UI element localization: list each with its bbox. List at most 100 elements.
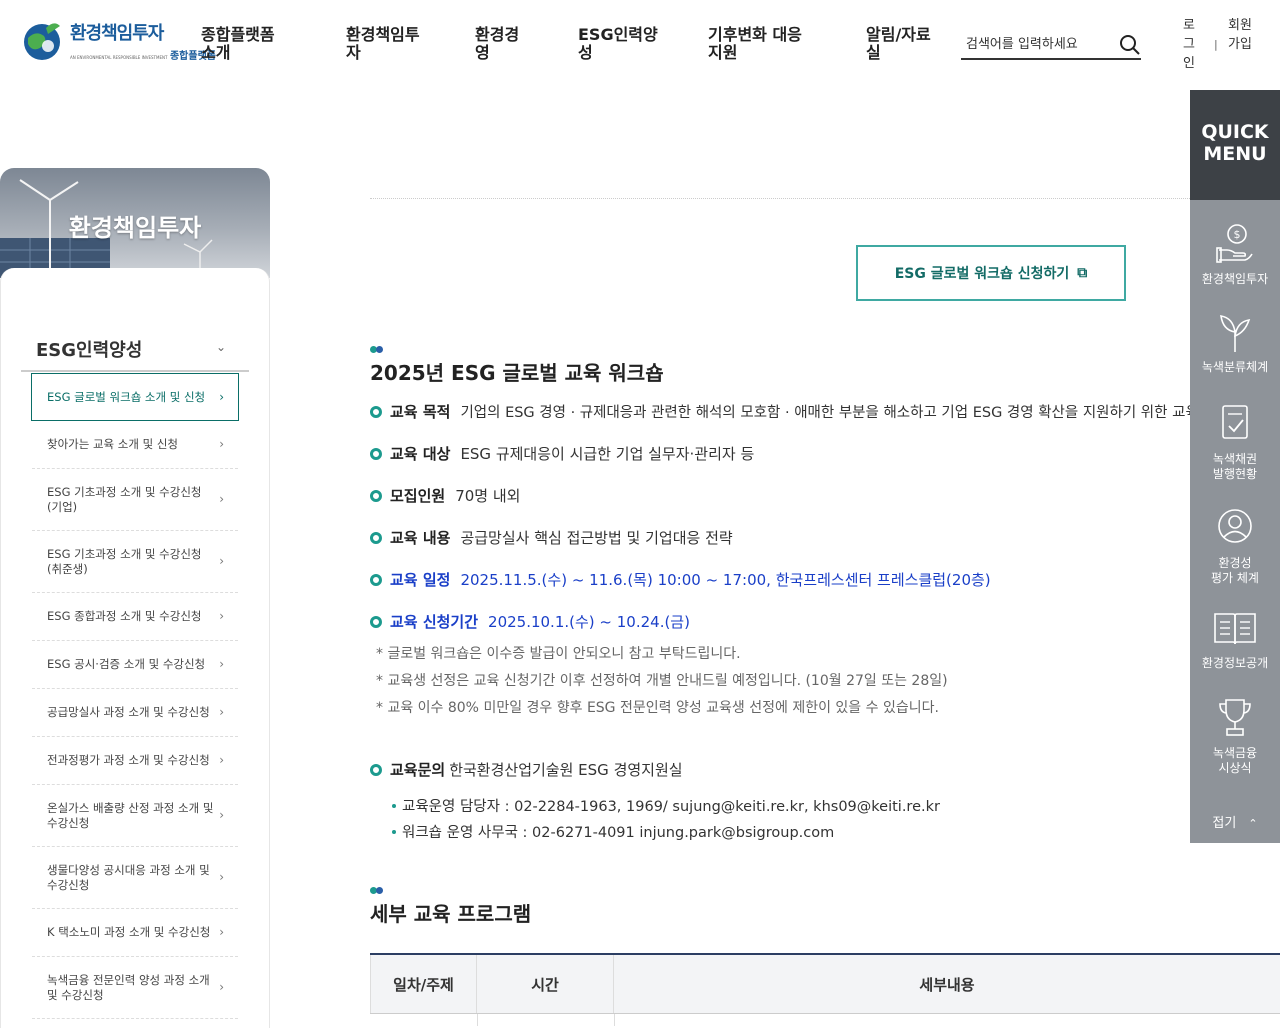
nav-environmental-management[interactable]: 환경경 영 xyxy=(475,26,519,62)
sidebar-item-label: ESG 공시·검증 소개 및 수강신청 xyxy=(47,657,206,671)
table-row-divider xyxy=(370,1013,1280,1014)
quick-menu-item-taxonomy[interactable]: 녹색분류체계 xyxy=(1190,310,1280,375)
info-value: 한국환경산업기술원 ESG 경영지원실 xyxy=(449,761,683,779)
quick-menu-item-disclosure[interactable]: 환경정보공개 xyxy=(1190,606,1280,671)
info-label: 교육 대상 xyxy=(390,445,451,463)
sidebar-item-basic-jobseeker[interactable]: ESG 기초과정 소개 및 수강신청 (취준생) › xyxy=(32,531,238,593)
sprout-icon xyxy=(1220,315,1251,352)
chevron-right-icon: › xyxy=(219,980,224,994)
nav-esg-training[interactable]: ESG인력양 성 xyxy=(578,26,658,62)
sidebar-item-label: 온실가스 배출량 산정 과정 소개 및 xyxy=(47,800,214,815)
sidebar-item-comprehensive[interactable]: ESG 종합과정 소개 및 수강신청 › xyxy=(32,593,238,641)
quick-menu-item-award[interactable]: 녹색금융 시상식 xyxy=(1190,696,1280,776)
login-link[interactable]: 로 그 인 xyxy=(1182,16,1196,73)
nav-line: 소개 xyxy=(201,43,231,62)
nav-line: 영 xyxy=(475,43,490,62)
nav-line: 성 xyxy=(578,43,593,62)
sidebar-item-ghg[interactable]: 온실가스 배출량 산정 과정 소개 및 수강신청 › xyxy=(32,785,238,847)
sidebar-item-lca[interactable]: 전과정평가 과정 소개 및 수강신청 › xyxy=(32,737,238,785)
workshop-apply-button[interactable]: ESG 글로벌 워크숍 신청하기 ⧉ xyxy=(856,245,1126,301)
nav-line: 지원 xyxy=(708,43,738,62)
table-header-time: 시간 xyxy=(477,955,614,1013)
nav-line: 자 xyxy=(346,43,361,62)
site-logo[interactable]: 환경책임투자 AN ENVIRONMENTAL RESPONSIBLE INVE… xyxy=(18,12,216,68)
chevron-down-icon[interactable]: ⌄ xyxy=(216,340,226,354)
contact-line: 교육운영 담당자 : 02-2284-1963, 1969/ sujung@ke… xyxy=(392,795,940,816)
info-value: ESG 규제대응이 시급한 기업 실무자·관리자 등 xyxy=(460,445,755,463)
sidebar-item-disclosure-verification[interactable]: ESG 공시·검증 소개 및 수강신청 › xyxy=(32,641,238,689)
trophy-icon xyxy=(1219,699,1251,736)
nav-notice-resources[interactable]: 알림/자료 실 xyxy=(866,26,931,62)
info-value: 70명 내외 xyxy=(455,487,521,505)
ring-bullet-icon xyxy=(370,447,382,460)
chevron-right-icon: › xyxy=(219,554,224,568)
info-application-period: 교육 신청기간 2025.10.1.(수) ~ 10.24.(금) xyxy=(370,611,690,632)
nav-line: 기후변화 대응 xyxy=(708,25,802,44)
note-line: * 글로벌 워크숍은 이수증 발급이 안되오니 참고 부탁드립니다. xyxy=(376,646,741,662)
sidebar-item-green-finance[interactable]: 녹색금융 전문인력 양성 과정 소개 및 수강신청 › xyxy=(32,957,238,1019)
sidebar-item-supply-chain[interactable]: 공급망실사 과정 소개 및 수강신청 › xyxy=(32,689,238,737)
logo-title: 환경책임투자 xyxy=(70,22,164,44)
content-divider xyxy=(370,198,1280,199)
search-input[interactable] xyxy=(961,30,1111,58)
fold-label: 접기 xyxy=(1212,816,1237,831)
nav-responsible-investment[interactable]: 환경책임투 자 xyxy=(346,26,420,62)
util-separator: | xyxy=(1214,38,1218,51)
quick-menu-label: 녹색분류체계 xyxy=(1201,360,1269,374)
search-box xyxy=(961,30,1141,60)
info-schedule: 교육 일정 2025.11.5.(수) ~ 11.6.(목) 10:00 ~ 1… xyxy=(370,569,991,590)
table-header-day-topic: 일차/주제 xyxy=(370,955,477,1013)
hand-coin-icon: $ xyxy=(1216,224,1253,263)
sidebar-item-visiting-education[interactable]: 찾아가는 교육 소개 및 신청 › xyxy=(32,421,238,469)
sidebar-item-label: 수강신청 xyxy=(47,877,90,892)
ring-bullet-icon xyxy=(370,489,382,502)
nav-line: 실 xyxy=(866,43,881,62)
quick-menu-label: 녹색채권 xyxy=(1212,452,1258,466)
sidebar-item-label: ESG 글로벌 워크숍 소개 및 신청 xyxy=(47,389,206,404)
section-bullet-icon xyxy=(370,346,384,353)
ring-bullet-icon xyxy=(370,405,382,418)
sidebar-item-k-taxonomy[interactable]: K 택소노미 과정 소개 및 수강신청 › xyxy=(32,909,238,957)
table-cell-divider xyxy=(614,1014,615,1026)
sidebar-banner: 환경책임투자 xyxy=(0,168,270,278)
quick-menu-item-green-bond[interactable]: 녹색채권 발행현황 xyxy=(1190,402,1280,482)
nav-line: 환경경 xyxy=(475,25,520,44)
ring-bullet-icon xyxy=(370,573,382,586)
quick-menu-fold-button[interactable]: 접기 ⌃ xyxy=(1190,812,1280,831)
quick-menu-label: 평가 체계 xyxy=(1211,571,1259,585)
chevron-up-icon: ⌃ xyxy=(1248,817,1258,830)
sidebar-heading[interactable]: ESG인력양성 xyxy=(36,336,142,362)
quick-menu-item-evaluation[interactable]: 환경성 평가 체계 xyxy=(1190,506,1280,586)
join-link[interactable]: 회원 가입 xyxy=(1226,16,1254,54)
nav-climate-support[interactable]: 기후변화 대응 지원 xyxy=(708,26,802,62)
quick-menu-item-investment[interactable]: $ 환경책임투자 xyxy=(1190,222,1280,287)
sidebar-item-label: 생물다양성 공시대응 과정 소개 및 xyxy=(47,862,210,877)
info-target: 교육 대상 ESG 규제대응이 시급한 기업 실무자·관리자 등 xyxy=(370,443,754,464)
sidebar-item-biodiversity[interactable]: 생물다양성 공시대응 과정 소개 및 수강신청 › xyxy=(32,847,238,909)
login-char: 그 xyxy=(1183,37,1195,52)
external-link-icon: ⧉ xyxy=(1077,265,1088,281)
quick-menu-label: 발행현황 xyxy=(1212,467,1258,481)
nav-platform-intro[interactable]: 종합플랫폼 소개 xyxy=(201,26,275,62)
user-circle-icon xyxy=(1218,509,1252,543)
sidebar-item-label: 전과정평가 과정 소개 및 수강신청 xyxy=(47,753,210,767)
sidebar-item-label: ESG 기초과정 소개 및 수강신청 xyxy=(47,546,202,561)
login-char: 로 xyxy=(1183,18,1195,33)
info-label: 교육 목적 xyxy=(390,403,451,421)
sidebar-item-label: (취준생) xyxy=(47,561,88,576)
info-recruitment: 모집인원 70명 내외 xyxy=(370,485,520,506)
join-line: 회원 xyxy=(1228,18,1252,33)
search-icon[interactable] xyxy=(1119,34,1141,56)
sidebar-item-label: 및 수강신청 xyxy=(47,987,104,1002)
program-table: 일차/주제 시간 세부내용 xyxy=(370,953,1280,1026)
open-book-icon xyxy=(1214,613,1256,645)
sidebar-item-label: 찾아가는 교육 소개 및 신청 xyxy=(47,437,179,451)
logo-subtitle: AN ENVIRONMENTAL RESPONSIBLE INVESTMENT … xyxy=(70,47,216,62)
chevron-right-icon: › xyxy=(219,753,224,767)
sidebar-item-global-workshop[interactable]: ESG 글로벌 워크숍 소개 및 신청 › xyxy=(31,373,239,421)
sidebar-item-basic-company[interactable]: ESG 기초과정 소개 및 수강신청 (기업) › xyxy=(32,469,238,531)
info-purpose: 교육 목적 기업의 ESG 경영 · 규제대응과 관련한 해석의 모호함 · 애… xyxy=(370,401,1261,422)
contact-text: 워크숍 운영 사무국 : 02-6271-4091 injung.park@bs… xyxy=(402,825,835,841)
info-value: 공급망실사 핵심 접근방법 및 기업대응 전략 xyxy=(460,529,733,547)
sidebar-item-label: (기업) xyxy=(47,499,78,514)
